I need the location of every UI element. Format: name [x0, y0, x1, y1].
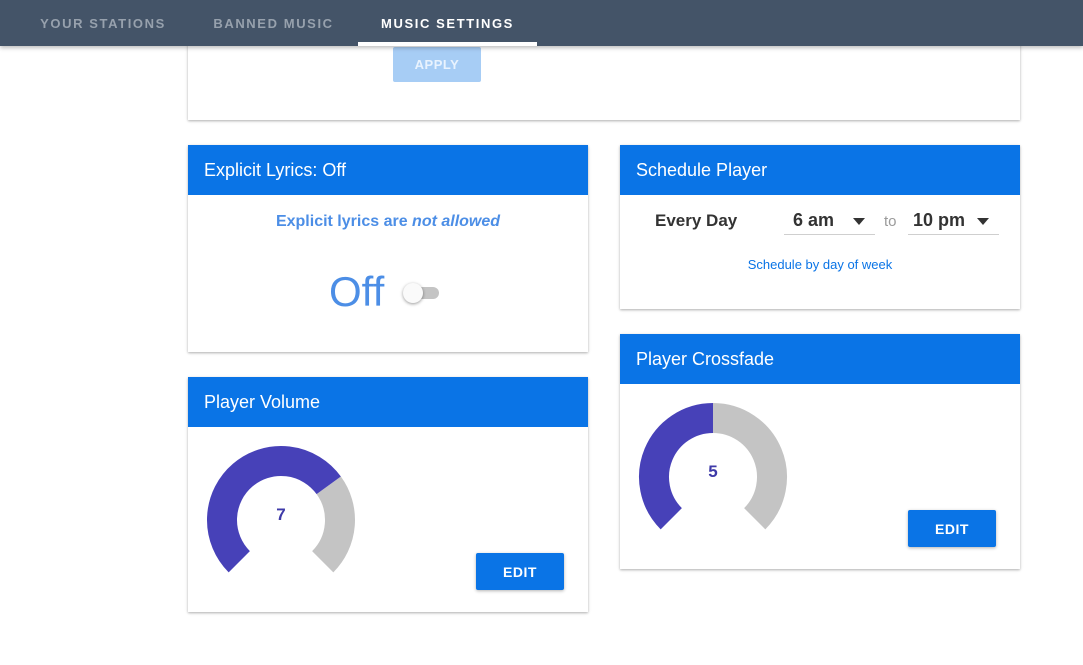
end-time-value: 10 pm	[913, 210, 966, 230]
explicit-message-prefix: Explicit lyrics are	[275, 213, 408, 230]
toggle-knob	[403, 283, 423, 303]
explicit-lyrics-title: Explicit Lyrics: Off	[188, 145, 588, 195]
apply-button[interactable]: APPLY	[393, 47, 481, 82]
chevron-down-icon	[853, 218, 865, 225]
crossfade-gauge: 5	[638, 402, 788, 552]
explicit-state-label: Off	[329, 268, 385, 315]
top-nav: YOUR STATIONS BANNED MUSIC MUSIC SETTING…	[0, 0, 1083, 46]
player-crossfade-card: Player Crossfade 5 EDIT	[620, 334, 1020, 569]
end-time-select[interactable]: 10 pm	[908, 207, 999, 235]
player-crossfade-title: Player Crossfade	[620, 334, 1020, 384]
player-volume-card: Player Volume 7 EDIT	[188, 377, 588, 612]
start-time-value: 6 am	[793, 210, 835, 230]
explicit-lyrics-card: Explicit Lyrics: Off Explicit lyrics are…	[188, 145, 588, 352]
crossfade-edit-button[interactable]: EDIT	[908, 510, 996, 547]
chevron-down-icon	[977, 218, 989, 225]
tab-banned-music[interactable]: BANNED MUSIC	[211, 0, 336, 46]
volume-value: 7	[276, 505, 286, 524]
start-time-select[interactable]: 6 am	[784, 207, 875, 235]
every-day-label: Every Day	[655, 211, 738, 230]
schedule-player-card: Schedule Player Every Day 6 am to 10 pm …	[620, 145, 1020, 309]
volume-gauge: 7	[206, 445, 356, 595]
tab-your-stations[interactable]: YOUR STATIONS	[38, 0, 168, 46]
to-label: to	[884, 213, 897, 230]
crossfade-value: 5	[708, 462, 718, 481]
schedule-player-title: Schedule Player	[620, 145, 1020, 195]
tab-music-settings[interactable]: MUSIC SETTINGS	[358, 0, 537, 46]
schedule-row: Every Day 6 am to 10 pm	[620, 207, 1020, 237]
explicit-lyrics-toggle[interactable]	[403, 283, 439, 303]
schedule-by-day-link[interactable]: Schedule by day of week	[620, 257, 1020, 272]
player-volume-title: Player Volume	[188, 377, 588, 427]
explicit-message-emphasis: not allowed	[412, 213, 501, 230]
volume-edit-button[interactable]: EDIT	[476, 553, 564, 590]
explicit-lyrics-message: Explicit lyrics are not allowed	[188, 213, 588, 231]
